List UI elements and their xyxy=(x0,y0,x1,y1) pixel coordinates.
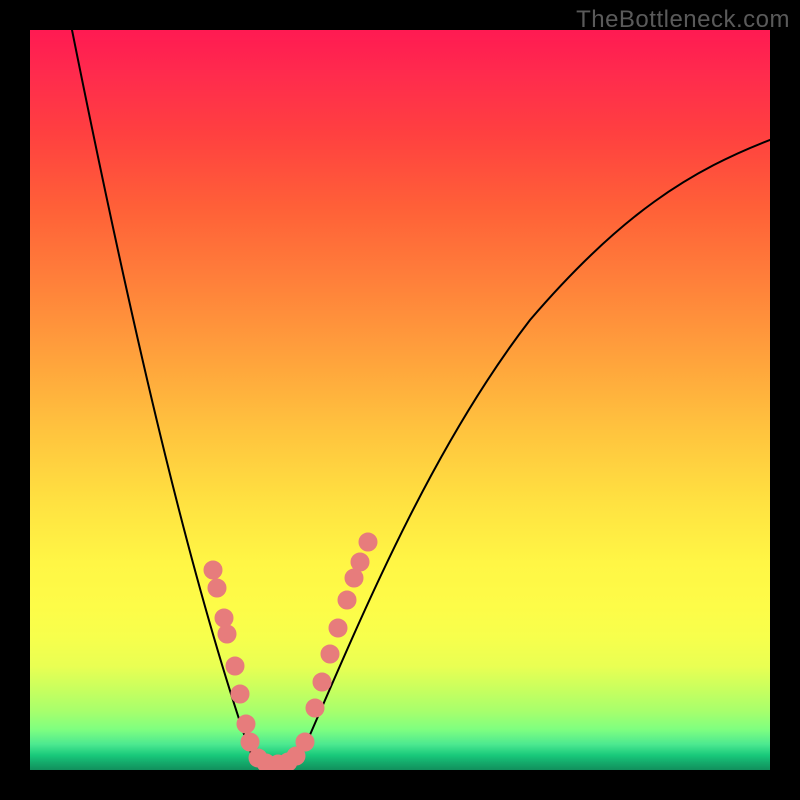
data-point xyxy=(241,733,259,751)
data-point xyxy=(345,569,363,587)
data-point xyxy=(208,579,226,597)
data-point xyxy=(313,673,331,691)
data-point xyxy=(204,561,222,579)
data-point xyxy=(296,733,314,751)
data-point xyxy=(351,553,369,571)
data-point xyxy=(215,609,233,627)
plot-area xyxy=(30,30,770,770)
data-point xyxy=(231,685,249,703)
data-point xyxy=(226,657,244,675)
chart-svg xyxy=(30,30,770,770)
left-curve xyxy=(70,30,272,764)
curve-group xyxy=(70,30,770,764)
data-point xyxy=(329,619,347,637)
data-point xyxy=(338,591,356,609)
data-point xyxy=(306,699,324,717)
data-point xyxy=(359,533,377,551)
right-curve xyxy=(272,138,770,764)
data-point xyxy=(321,645,339,663)
markers-group xyxy=(204,533,377,770)
data-point xyxy=(237,715,255,733)
chart-frame: TheBottleneck.com xyxy=(0,0,800,800)
data-point xyxy=(218,625,236,643)
